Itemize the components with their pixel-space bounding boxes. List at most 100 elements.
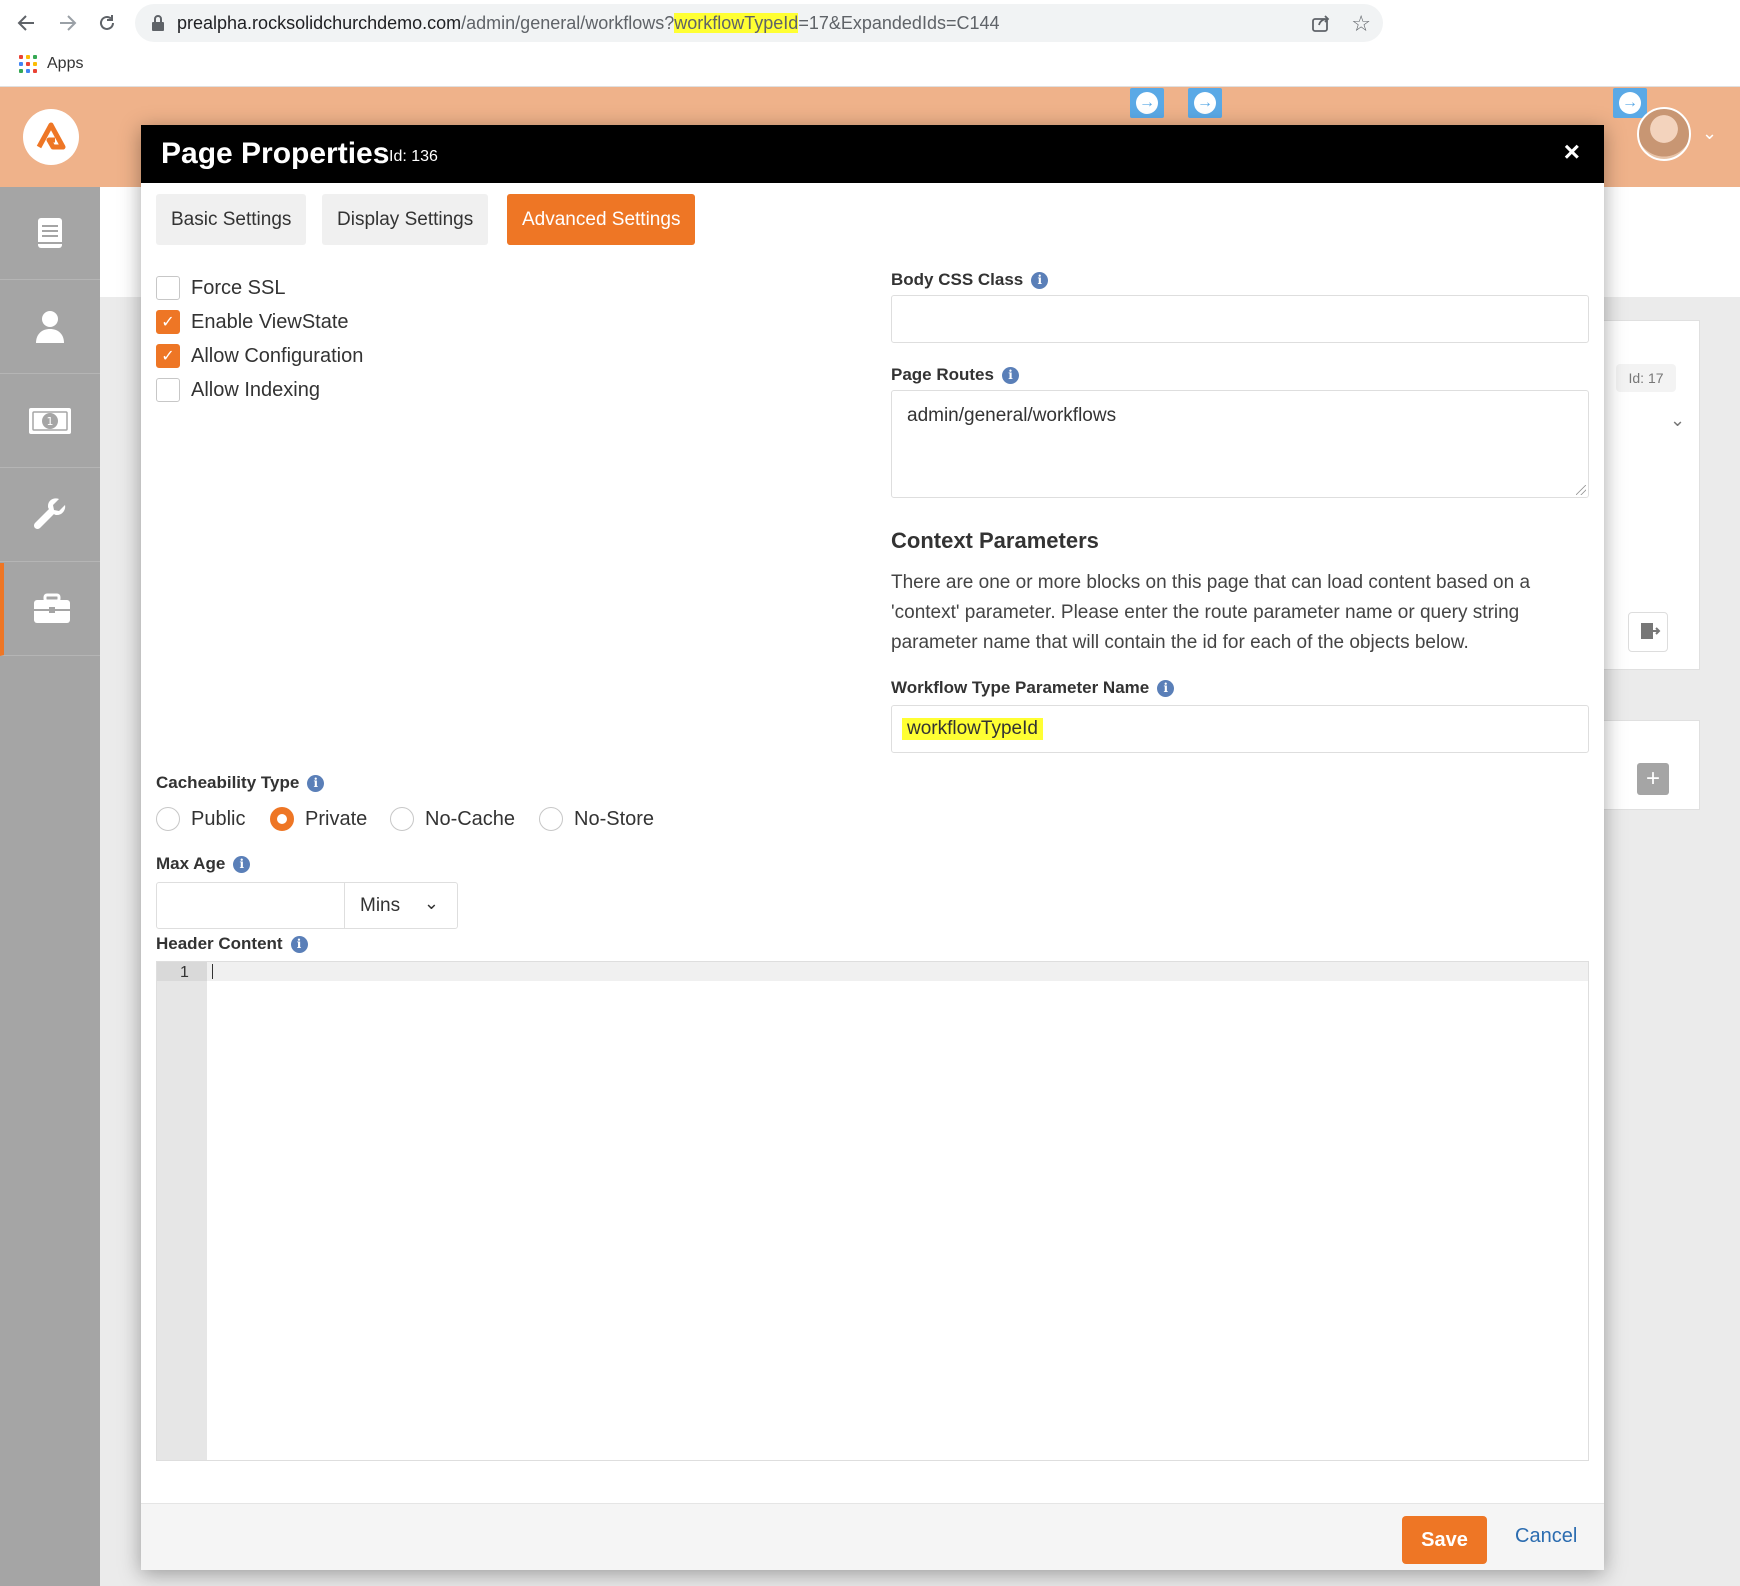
body-css-class-input[interactable] xyxy=(891,295,1589,343)
forward-arrow-icon[interactable] xyxy=(51,6,85,40)
wrench-icon xyxy=(33,498,66,530)
checkbox-box[interactable]: ✓ xyxy=(156,344,180,368)
radio-circle[interactable] xyxy=(270,807,294,831)
rock-logo-icon[interactable] xyxy=(23,109,79,165)
info-icon[interactable]: i xyxy=(1001,366,1019,384)
cacheability-no-store-radio[interactable]: No-Store xyxy=(539,806,654,832)
header-content-label: Header Content i xyxy=(156,934,308,954)
close-icon[interactable]: × xyxy=(1564,138,1580,166)
radio-circle[interactable] xyxy=(390,807,414,831)
max-age-input[interactable] xyxy=(156,882,345,929)
chevron-down-icon: ⌄ xyxy=(423,893,439,913)
url-path: /admin/general/workflows? xyxy=(461,13,675,33)
info-icon[interactable]: i xyxy=(233,855,251,873)
zone-arrow-icon[interactable]: → xyxy=(1188,88,1222,118)
max-age-unit-select[interactable]: Mins ⌄ xyxy=(344,882,458,929)
url-query: =17&ExpandedIds=C144 xyxy=(798,13,1000,33)
briefcase-icon xyxy=(34,593,70,623)
workflow-type-parameter-value: workflowTypeId xyxy=(902,718,1043,740)
checkbox-box[interactable] xyxy=(156,378,180,402)
allow-configuration-checkbox[interactable]: ✓ Allow Configuration xyxy=(156,343,363,369)
field-label-text: Max Age xyxy=(156,854,226,873)
sidebar: 1 xyxy=(0,187,100,1586)
workflow-type-parameter-input[interactable]: workflowTypeId xyxy=(891,705,1589,753)
sidebar-item-tools[interactable] xyxy=(0,469,100,562)
field-label-text: Page Routes xyxy=(891,365,994,384)
help-line: There are one or more blocks on this pag… xyxy=(891,572,1531,593)
svg-text:1: 1 xyxy=(47,415,54,428)
editor-active-line xyxy=(207,962,1588,981)
page-id-label: Id: 136 xyxy=(389,148,438,165)
editor-gutter xyxy=(157,962,207,1460)
apps-bookmark[interactable]: Apps xyxy=(47,55,83,73)
apps-grid-icon[interactable] xyxy=(19,55,37,73)
checkbox-box[interactable] xyxy=(156,276,180,300)
export-button[interactable] xyxy=(1628,612,1668,652)
field-label-text: Workflow Type Parameter Name xyxy=(891,678,1150,697)
field-label-text: Body CSS Class xyxy=(891,270,1024,289)
chevron-down-icon[interactable]: ⌄ xyxy=(1702,123,1717,144)
info-icon[interactable]: i xyxy=(1031,271,1049,289)
radio-circle[interactable] xyxy=(156,807,180,831)
radio-circle[interactable] xyxy=(539,807,563,831)
field-label-text: Header Content xyxy=(156,934,283,953)
sidebar-item-people[interactable] xyxy=(0,281,100,374)
page-routes-textarea[interactable]: admin/general/workflows xyxy=(891,390,1589,498)
help-line: parameter name that will contain the id … xyxy=(891,632,1469,653)
bookmark-star-icon[interactable]: ☆ xyxy=(1351,11,1371,37)
info-icon[interactable]: i xyxy=(307,774,325,792)
header-content-editor[interactable]: 1 xyxy=(156,961,1589,1461)
cacheability-private-radio[interactable]: Private xyxy=(270,806,367,832)
checkbox-label: Enable ViewState xyxy=(191,310,349,333)
checkbox-box[interactable]: ✓ xyxy=(156,310,180,334)
help-line: 'context' parameter. Please enter the ro… xyxy=(891,602,1520,623)
radio-label: Public xyxy=(191,807,246,830)
save-button[interactable]: Save xyxy=(1402,1516,1487,1564)
back-arrow-icon[interactable] xyxy=(9,6,43,40)
radio-label: No-Store xyxy=(574,807,655,830)
address-bar[interactable]: prealpha.rocksolidchurchdemo.com/admin/g… xyxy=(135,4,1383,42)
editor-cursor xyxy=(212,964,213,979)
sidebar-item-finance[interactable]: 1 xyxy=(0,375,100,468)
enable-viewstate-checkbox[interactable]: ✓ Enable ViewState xyxy=(156,309,349,335)
modal-header: Page Properties Id: 136 × xyxy=(141,125,1604,183)
share-icon[interactable] xyxy=(1311,13,1331,33)
info-icon[interactable]: i xyxy=(290,935,308,953)
radio-label: Private xyxy=(305,807,368,830)
export-icon xyxy=(1641,623,1661,639)
cacheability-no-cache-radio[interactable]: No-Cache xyxy=(390,806,515,832)
workflow-type-parameter-label: Workflow Type Parameter Name i xyxy=(891,678,1175,698)
max-age-unit-value: Mins xyxy=(360,894,401,916)
sidebar-item-notes[interactable] xyxy=(0,187,100,280)
bookmarks-bar: Apps xyxy=(0,47,1740,87)
cacheability-public-radio[interactable]: Public xyxy=(156,806,245,832)
avatar[interactable] xyxy=(1637,107,1691,161)
checkbox-label: Force SSL xyxy=(191,276,286,299)
tab-display-settings[interactable]: Display Settings xyxy=(322,194,489,245)
tab-advanced-settings[interactable]: Advanced Settings xyxy=(507,194,696,245)
reload-icon[interactable] xyxy=(90,6,124,40)
tab-basic-settings[interactable]: Basic Settings xyxy=(156,194,307,245)
lock-icon xyxy=(152,15,164,31)
info-icon[interactable]: i xyxy=(1157,679,1175,697)
add-icon[interactable]: + xyxy=(1637,763,1669,795)
modal-title: Page Properties xyxy=(161,137,390,170)
url-host: prealpha.rocksolidchurchdemo.com xyxy=(177,13,462,33)
person-icon xyxy=(36,311,64,343)
allow-indexing-checkbox[interactable]: Allow Indexing xyxy=(156,377,320,403)
browser-toolbar: prealpha.rocksolidchurchdemo.com/admin/g… xyxy=(0,0,1740,47)
cancel-button[interactable]: Cancel xyxy=(1515,1525,1577,1548)
checkbox-label: Allow Configuration xyxy=(191,344,364,367)
sidebar-item-admin[interactable] xyxy=(0,563,100,656)
force-ssl-checkbox[interactable]: Force SSL xyxy=(156,275,285,301)
field-label-text: Cacheability Type xyxy=(156,773,300,792)
radio-label: No-Cache xyxy=(425,807,516,830)
zone-arrow-icon[interactable]: → xyxy=(1613,88,1647,118)
background-id-badge: Id: 17 xyxy=(1616,364,1676,392)
chevron-down-icon[interactable]: ⌄ xyxy=(1670,410,1685,431)
modal-footer xyxy=(141,1503,1604,1570)
line-number: 1 xyxy=(180,964,189,981)
resize-handle[interactable] xyxy=(1576,485,1586,495)
zone-arrow-icon[interactable]: → xyxy=(1130,88,1164,118)
page-routes-value: admin/general/workflows xyxy=(907,405,1117,426)
